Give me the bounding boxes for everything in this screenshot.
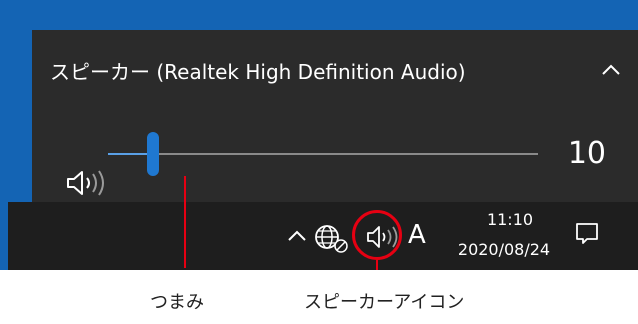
ime-mode-indicator[interactable]: A — [408, 220, 426, 250]
volume-slider-fill — [108, 153, 151, 155]
knob-callout-line — [184, 176, 186, 268]
chevron-up-icon[interactable] — [598, 58, 624, 84]
volume-slider-knob[interactable] — [147, 132, 159, 176]
volume-flyout: スピーカー (Realtek High Definition Audio) — [32, 30, 638, 202]
taskbar: A 11:10 2020/08/24 — [8, 202, 638, 270]
knob-callout-label: つまみ — [150, 292, 204, 313]
notification-icon[interactable] — [574, 220, 600, 246]
speaker-icon-callout-line — [376, 260, 378, 270]
clock-date[interactable]: 2020/08/24 — [444, 240, 564, 260]
network-globe-icon[interactable] — [310, 222, 352, 256]
clock-time[interactable]: 11:10 — [458, 210, 562, 230]
speaker-icon-callout-label: スピーカーアイコン — [304, 292, 465, 313]
speaker-icon[interactable] — [364, 222, 408, 252]
speaker-icon[interactable] — [66, 168, 110, 198]
volume-slider-track[interactable] — [108, 153, 538, 155]
show-hidden-icons-chevron-icon[interactable] — [285, 226, 309, 246]
audio-device-title[interactable]: スピーカー (Realtek High Definition Audio) — [50, 60, 466, 84]
volume-value: 10 — [567, 136, 606, 171]
